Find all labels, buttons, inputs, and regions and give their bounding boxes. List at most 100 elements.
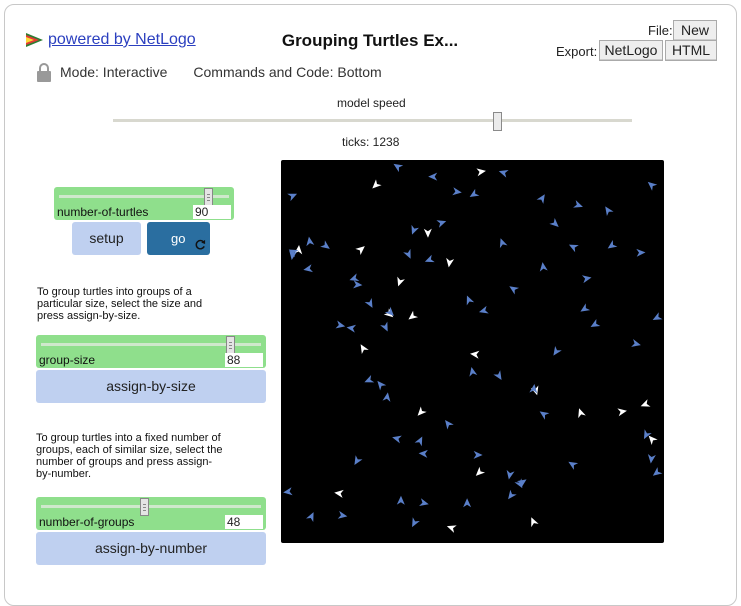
turtle <box>531 517 539 528</box>
turtle <box>423 228 432 238</box>
turtle <box>478 305 489 314</box>
turtle <box>617 408 627 417</box>
turtle <box>652 467 663 476</box>
number-of-turtles-value: 90 <box>193 205 231 219</box>
model-speed-thumb[interactable] <box>492 112 502 131</box>
netlogo-link[interactable]: powered by NetLogo <box>24 30 196 50</box>
turtle <box>508 489 517 500</box>
export-label: Export: <box>556 44 598 59</box>
model-speed-slider[interactable] <box>113 119 632 122</box>
turtle <box>403 248 411 259</box>
turtle <box>652 312 663 320</box>
turtle <box>436 220 447 228</box>
turtle <box>636 248 646 257</box>
number-of-groups-value: 48 <box>225 515 263 529</box>
turtle-canvas <box>283 163 663 533</box>
group-size-slider[interactable]: group-size 88 <box>36 335 266 368</box>
turtle <box>334 489 344 498</box>
turtle <box>631 339 641 347</box>
turtle <box>590 319 601 327</box>
turtle <box>605 206 614 217</box>
turtle <box>424 254 435 263</box>
file-label: File: <box>648 23 673 38</box>
turtle <box>539 262 548 272</box>
turtle <box>408 310 419 320</box>
turtle <box>553 345 562 356</box>
turtle <box>647 181 658 191</box>
export-html-button[interactable]: HTML <box>665 40 717 61</box>
model-title: Grouping Turtles Ex... <box>281 31 459 50</box>
turtle <box>469 188 480 198</box>
forever-loop-icon <box>195 239 206 250</box>
turtle <box>306 512 314 522</box>
turtle <box>320 240 330 249</box>
note-group-by-number: To group turtles into a fixed number of … <box>36 432 223 480</box>
turtle <box>392 435 402 444</box>
turtle <box>364 298 373 308</box>
turtle <box>411 224 419 235</box>
group-size-thumb[interactable] <box>226 336 235 354</box>
number-of-groups-slider[interactable]: number-of-groups 48 <box>36 497 266 530</box>
assign-by-number-button[interactable]: assign-by-number <box>36 532 266 565</box>
turtle <box>349 273 360 281</box>
go-button[interactable]: go <box>147 222 210 255</box>
mode-bar: Mode: Interactive Commands and Code: Bot… <box>36 62 382 82</box>
commands-code-position[interactable]: Commands and Code: Bottom <box>193 64 381 80</box>
turtle <box>509 286 520 295</box>
turtle <box>303 264 313 273</box>
turtle <box>414 436 423 447</box>
turtle <box>536 194 545 204</box>
turtle <box>473 450 483 459</box>
turtle <box>466 295 475 306</box>
turtle <box>377 380 387 391</box>
world-view[interactable] <box>281 160 664 543</box>
new-button[interactable]: New <box>673 20 717 41</box>
setup-button[interactable]: setup <box>72 222 141 255</box>
turtle <box>283 487 293 496</box>
turtle <box>335 320 346 329</box>
turtle <box>445 419 454 430</box>
turtle <box>428 172 438 181</box>
turtle <box>337 510 348 519</box>
export-netlogo-button[interactable]: NetLogo <box>599 40 663 61</box>
turtle <box>516 479 527 488</box>
turtle <box>640 399 651 407</box>
number-of-groups-label: number-of-groups <box>39 515 135 529</box>
turtle <box>396 495 405 505</box>
group-size-label: group-size <box>39 353 96 367</box>
mode-text: Mode: Interactive <box>60 64 168 80</box>
turtle <box>393 163 404 173</box>
turtle <box>568 244 579 253</box>
lock-icon[interactable] <box>36 62 52 82</box>
assign-by-size-button[interactable]: assign-by-size <box>36 370 266 403</box>
turtle <box>372 179 382 189</box>
turtle <box>463 498 472 508</box>
netlogo-logo-icon <box>26 33 43 47</box>
turtle <box>355 246 365 256</box>
turtle <box>506 469 515 480</box>
turtle <box>498 169 509 178</box>
note-group-by-size: To group turtles into groups of a partic… <box>37 286 203 322</box>
turtle <box>452 187 462 196</box>
turtle <box>446 525 457 533</box>
turtle <box>287 193 298 202</box>
turtle <box>346 324 357 333</box>
number-of-turtles-slider[interactable]: number-of-turtles 90 <box>54 187 234 220</box>
number-of-groups-thumb[interactable] <box>140 498 149 516</box>
turtle <box>578 408 586 419</box>
turtle <box>470 350 480 359</box>
turtle <box>493 370 502 381</box>
turtle <box>499 238 508 249</box>
turtle <box>360 344 369 354</box>
turtle <box>581 275 592 284</box>
turtle <box>382 392 391 402</box>
model-speed-label: model speed <box>337 96 406 110</box>
turtle <box>364 375 375 383</box>
netlogo-link-text: powered by NetLogo <box>48 31 196 48</box>
turtle <box>475 466 486 476</box>
turtle <box>549 217 559 227</box>
turtle <box>469 367 478 377</box>
number-of-turtles-thumb[interactable] <box>204 188 213 206</box>
turtle <box>580 303 591 312</box>
turtle <box>539 411 550 420</box>
